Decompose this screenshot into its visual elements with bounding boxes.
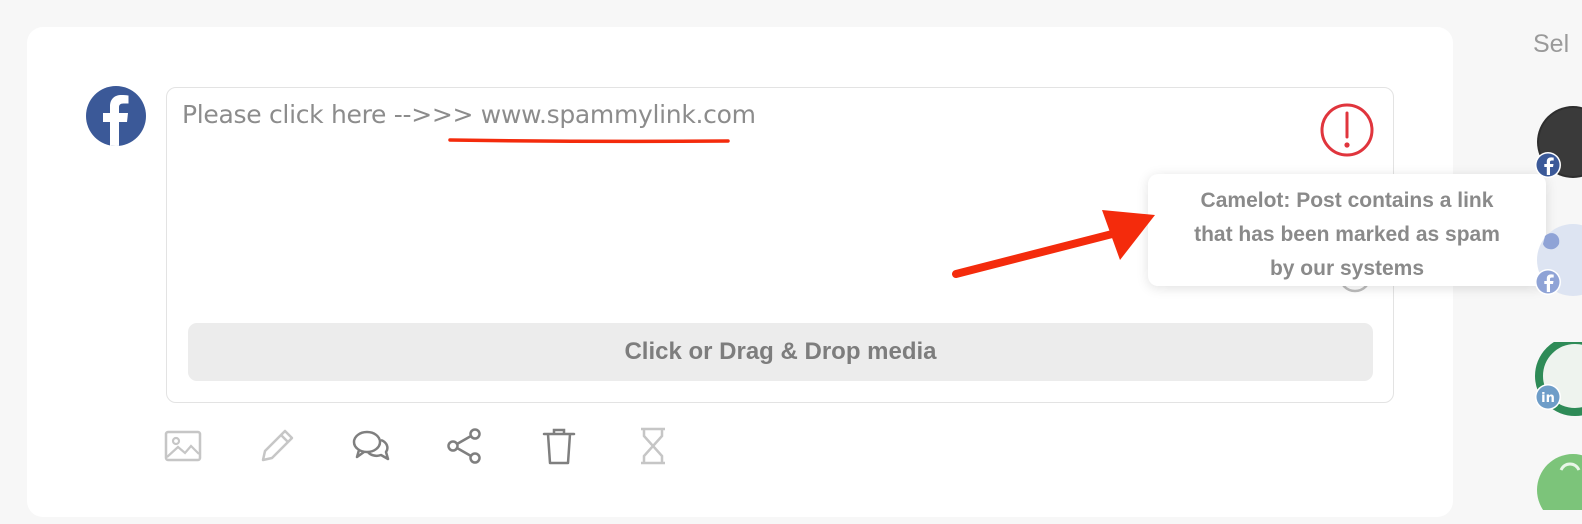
share-icon[interactable] [445,426,485,466]
pencil-icon[interactable] [257,426,297,466]
facebook-icon [86,86,146,146]
exclamation-circle-icon[interactable] [1318,101,1376,159]
comments-icon[interactable] [351,426,391,466]
account-avatar[interactable] [1531,450,1582,524]
link-underline-annotation [448,138,730,144]
image-icon[interactable] [163,426,203,466]
linkedin-icon: in [1541,391,1555,406]
post-link[interactable]: www.spammylink.com [481,100,756,129]
tooltip-line: by our systems [1269,257,1425,280]
tooltip-line: Camelot: Post contains a link [1200,189,1494,212]
account-avatar[interactable]: in [1531,342,1582,416]
spam-warning-tooltip: Camelot: Post contains a link that has b… [1148,174,1546,286]
post-text[interactable]: Please click here -->>> www.spammylink.c… [182,100,756,129]
post-text-prefix: Please click here -->>> [182,100,481,129]
dropzone-label: Click or Drag & Drop media [624,338,937,365]
media-dropzone[interactable]: Click or Drag & Drop media [188,323,1373,381]
annotation-arrow [952,210,1155,278]
sidebar-label: Sel [1533,30,1570,58]
account-avatar[interactable] [1531,104,1582,178]
tooltip-text: Camelot: Post contains a link that has b… [1148,184,1546,286]
trash-icon[interactable] [539,426,579,466]
account-avatar[interactable] [1531,222,1582,296]
hourglass-icon[interactable] [633,426,673,466]
tooltip-line: that has been marked as spam [1194,223,1500,246]
